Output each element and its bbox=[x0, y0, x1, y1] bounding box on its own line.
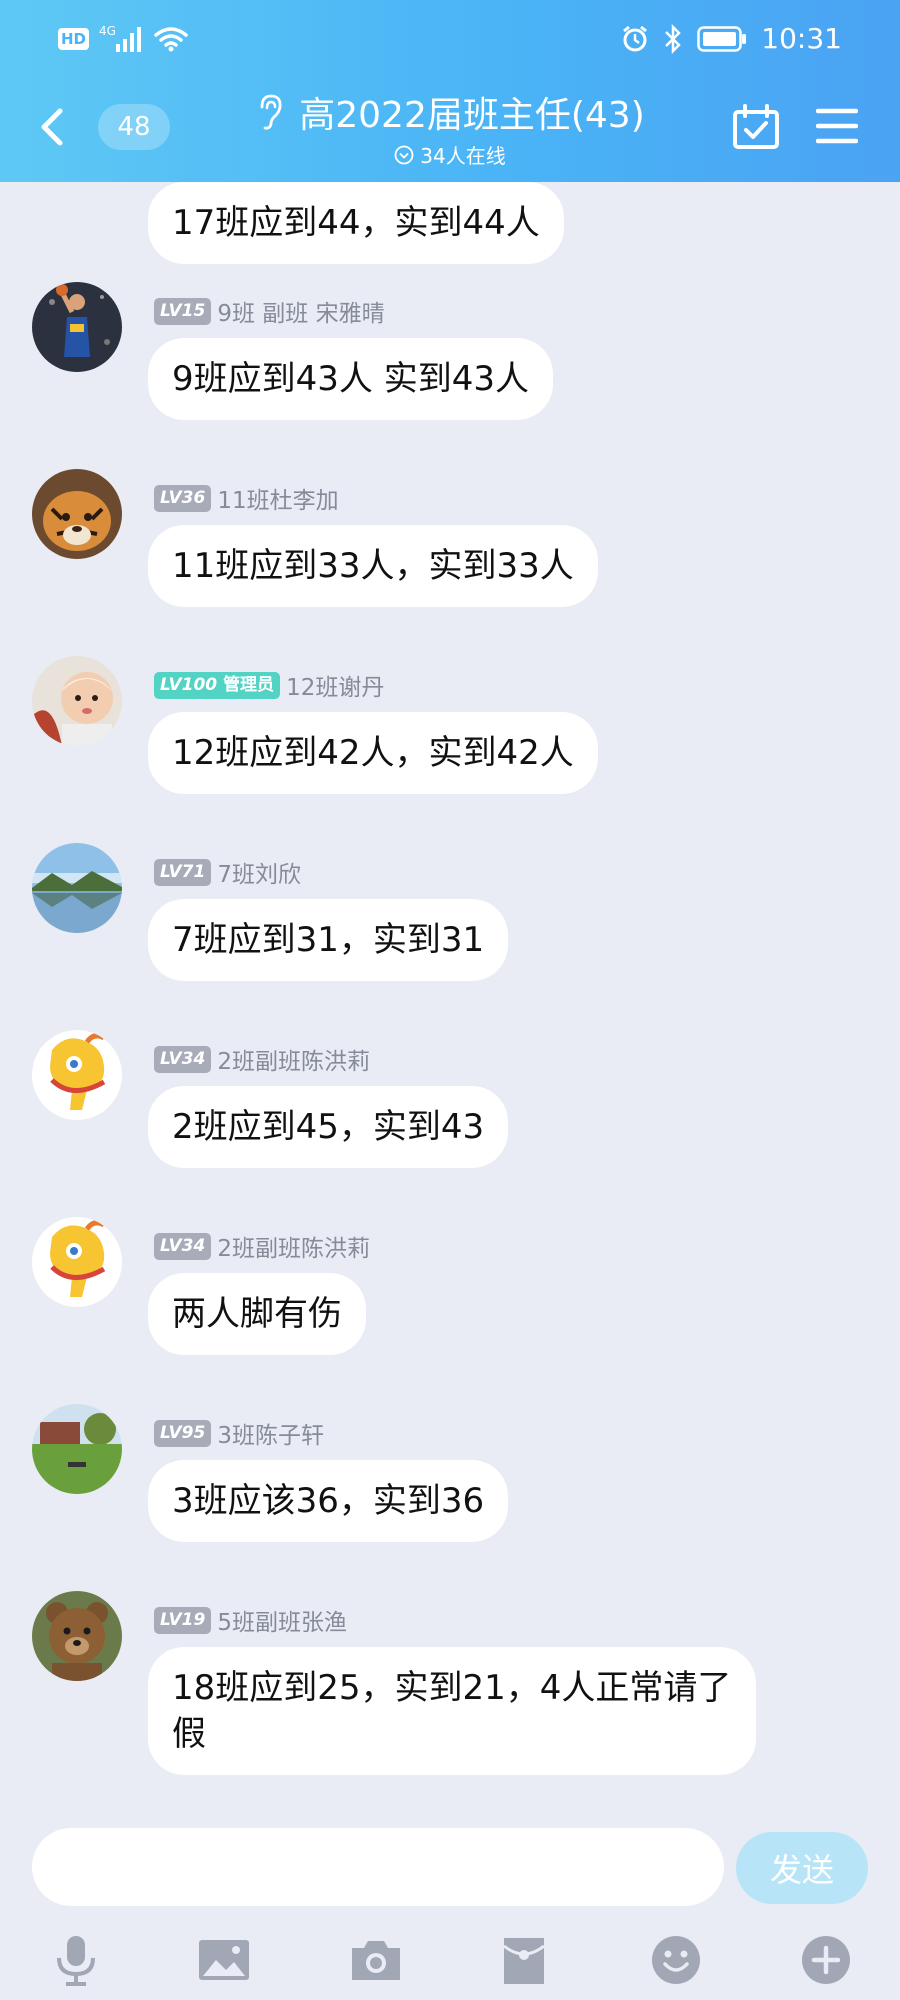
level-badge: LV36 bbox=[154, 484, 212, 512]
status-right: 10:31 bbox=[621, 22, 842, 55]
sender-meta: LV100 管理员 12班谢丹 bbox=[154, 668, 384, 702]
alarm-icon bbox=[623, 25, 648, 51]
message-bubble[interactable]: 18班应到25，实到21，4人正常请了假 bbox=[148, 1647, 756, 1775]
battery-icon bbox=[697, 25, 747, 52]
avatar[interactable] bbox=[32, 843, 122, 933]
chevron-down-circle-icon bbox=[394, 145, 414, 164]
input-bar: 发送 bbox=[0, 1822, 900, 2000]
sender-meta: LV34 2班副班陈洪莉 bbox=[154, 1042, 370, 1076]
status-left: HD 4G bbox=[58, 24, 188, 52]
menu-icon[interactable] bbox=[816, 106, 858, 146]
sender-meta: LV15 9班 副班 宋雅晴 bbox=[154, 294, 385, 328]
network-type: 4G bbox=[99, 24, 116, 38]
avatar[interactable] bbox=[32, 1217, 122, 1307]
message-bubble[interactable]: 11班应到33人，实到33人 bbox=[148, 525, 598, 607]
sender-meta: LV34 2班副班陈洪莉 bbox=[154, 1229, 370, 1263]
online-count: 34人在线 bbox=[420, 144, 506, 168]
clock: 10:31 bbox=[761, 22, 842, 55]
chat-header: HD 4G 10:31 48 高2022届班主任(43) 34人在线 bbox=[0, 0, 900, 182]
send-button[interactable]: 发送 bbox=[736, 1832, 868, 1904]
red-packet-icon[interactable] bbox=[496, 1932, 552, 1988]
calendar-check-icon[interactable] bbox=[732, 104, 780, 150]
emoji-icon[interactable] bbox=[648, 1932, 704, 1988]
avatar[interactable] bbox=[32, 656, 122, 746]
bluetooth-icon bbox=[665, 23, 682, 54]
sender-meta: LV71 7班刘欣 bbox=[154, 855, 301, 889]
sender-name[interactable]: 3班陈子轩 bbox=[217, 1416, 324, 1450]
level-badge: LV71 bbox=[154, 858, 212, 886]
avatar[interactable] bbox=[32, 1404, 122, 1494]
sender-name[interactable]: 11班杜李加 bbox=[217, 481, 338, 515]
group-title: 高2022届班主任(43) bbox=[299, 95, 645, 136]
avatar[interactable] bbox=[32, 1591, 122, 1681]
message-bubble[interactable]: 7班应到31，实到31 bbox=[148, 899, 509, 981]
input-toolbar bbox=[0, 1932, 900, 1992]
message-bubble[interactable]: 3班应该36，实到36 bbox=[148, 1460, 509, 1542]
sender-name[interactable]: 9班 副班 宋雅晴 bbox=[217, 294, 384, 328]
microphone-icon[interactable] bbox=[48, 1932, 104, 1988]
sender-name[interactable]: 2班副班陈洪莉 bbox=[217, 1229, 370, 1263]
avatar[interactable] bbox=[32, 282, 122, 372]
level-badge: LV100 管理员 bbox=[154, 671, 281, 699]
sender-name[interactable]: 5班副班张渔 bbox=[217, 1603, 347, 1637]
message-list[interactable]: 17班应到44，实到44人 LV15 9班 副班 宋雅晴 9班应到43人 实到4… bbox=[0, 182, 900, 1822]
level-badge: LV95 bbox=[154, 1419, 212, 1447]
message-bubble[interactable]: 12班应到42人，实到42人 bbox=[148, 712, 598, 794]
status-bar: HD 4G 10:31 bbox=[0, 0, 900, 80]
level-badge: LV15 bbox=[154, 297, 212, 325]
role-label: 管理员 bbox=[223, 674, 275, 695]
sender-name[interactable]: 7班刘欣 bbox=[217, 855, 301, 889]
message-bubble[interactable]: 9班应到43人 实到43人 bbox=[148, 338, 553, 420]
sender-name[interactable]: 12班谢丹 bbox=[286, 668, 384, 702]
avatar[interactable] bbox=[32, 1030, 122, 1120]
sender-meta: LV19 5班副班张渔 bbox=[154, 1603, 347, 1637]
hd-badge: HD bbox=[58, 28, 90, 50]
ear-icon bbox=[260, 94, 282, 130]
image-icon[interactable] bbox=[196, 1932, 252, 1988]
level-badge: LV34 bbox=[154, 1232, 212, 1260]
level-badge: LV19 bbox=[154, 1606, 212, 1634]
plus-icon[interactable] bbox=[798, 1932, 854, 1988]
level-value: LV100 bbox=[160, 674, 218, 695]
wifi-icon bbox=[154, 27, 188, 52]
message-bubble[interactable]: 17班应到44，实到44人 bbox=[148, 182, 564, 264]
sender-meta: LV95 3班陈子轩 bbox=[154, 1416, 324, 1450]
message-bubble[interactable]: 两人脚有伤 bbox=[148, 1273, 366, 1355]
message-bubble[interactable]: 2班应到45，实到43 bbox=[148, 1086, 509, 1168]
avatar[interactable] bbox=[32, 469, 122, 559]
message-input[interactable] bbox=[32, 1828, 724, 1906]
camera-icon[interactable] bbox=[348, 1932, 404, 1988]
sender-name[interactable]: 2班副班陈洪莉 bbox=[217, 1042, 370, 1076]
sender-meta: LV36 11班杜李加 bbox=[154, 481, 339, 515]
level-badge: LV34 bbox=[154, 1045, 212, 1073]
signal-icon bbox=[115, 27, 141, 52]
title-row: 高2022届班主任(43) bbox=[255, 86, 645, 138]
